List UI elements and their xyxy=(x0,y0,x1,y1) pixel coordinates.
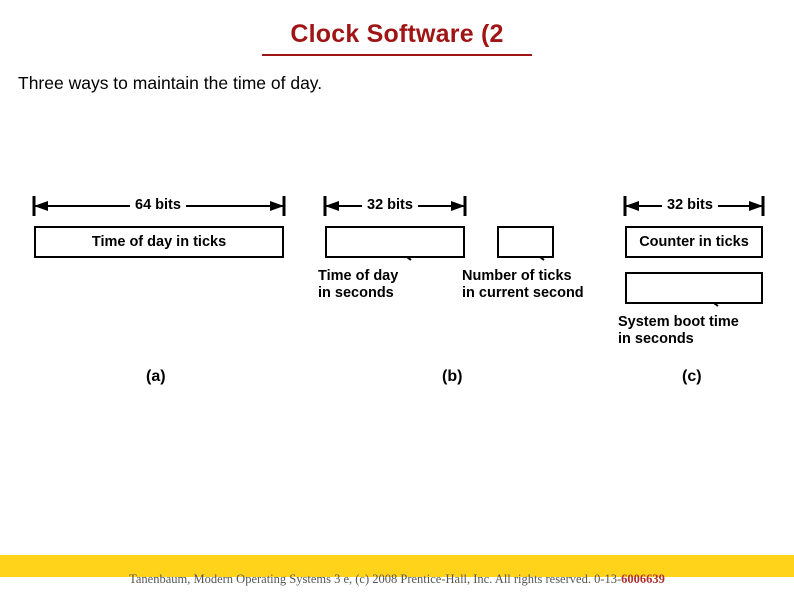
caption-system-boot-time-line2: in seconds xyxy=(618,331,694,347)
box-time-of-day-seconds xyxy=(325,226,465,258)
caption-number-of-ticks-line2: in current second xyxy=(462,285,584,301)
caption-system-boot-time: System boot time in seconds xyxy=(618,314,778,348)
caption-time-of-day-seconds-line1: Time of day xyxy=(318,268,399,284)
dimension-label-32bits-b: 32 bits xyxy=(362,197,418,213)
box-label-time-of-day-ticks: Time of day in ticks xyxy=(91,234,227,250)
title-underline xyxy=(262,54,532,56)
caption-time-of-day-seconds: Time of day in seconds xyxy=(318,268,472,302)
figure-clock-time-representations: 64 bits Time of day in ticks (a) 32 bits… xyxy=(18,180,776,400)
slide: Clock Software (2 Three ways to maintain… xyxy=(0,0,794,595)
caption-time-of-day-seconds-line2: in seconds xyxy=(318,285,394,301)
caption-number-of-ticks: Number of ticks in current second xyxy=(462,268,642,302)
box-number-of-ticks xyxy=(497,226,554,258)
caption-b: (b) xyxy=(442,368,463,385)
footer-credit-text: Tanenbaum, Modern Operating Systems 3 e,… xyxy=(129,572,622,586)
caption-c: (c) xyxy=(682,368,702,385)
body-text: Three ways to maintain the time of day. xyxy=(18,73,323,93)
caption-system-boot-time-line1: System boot time xyxy=(618,314,739,330)
footer-isbn: 6006639 xyxy=(621,572,665,586)
page-title: Clock Software (2 xyxy=(290,20,504,48)
box-system-boot-time xyxy=(625,272,763,304)
box-label-counter-in-ticks: Counter in ticks xyxy=(639,234,749,250)
caption-a: (a) xyxy=(146,368,166,385)
dimension-label-32bits-c: 32 bits xyxy=(662,197,718,213)
dimension-label-64bits: 64 bits xyxy=(130,197,186,213)
footer-credit: Tanenbaum, Modern Operating Systems 3 e,… xyxy=(0,572,794,587)
caption-number-of-ticks-line1: Number of ticks xyxy=(462,268,572,284)
